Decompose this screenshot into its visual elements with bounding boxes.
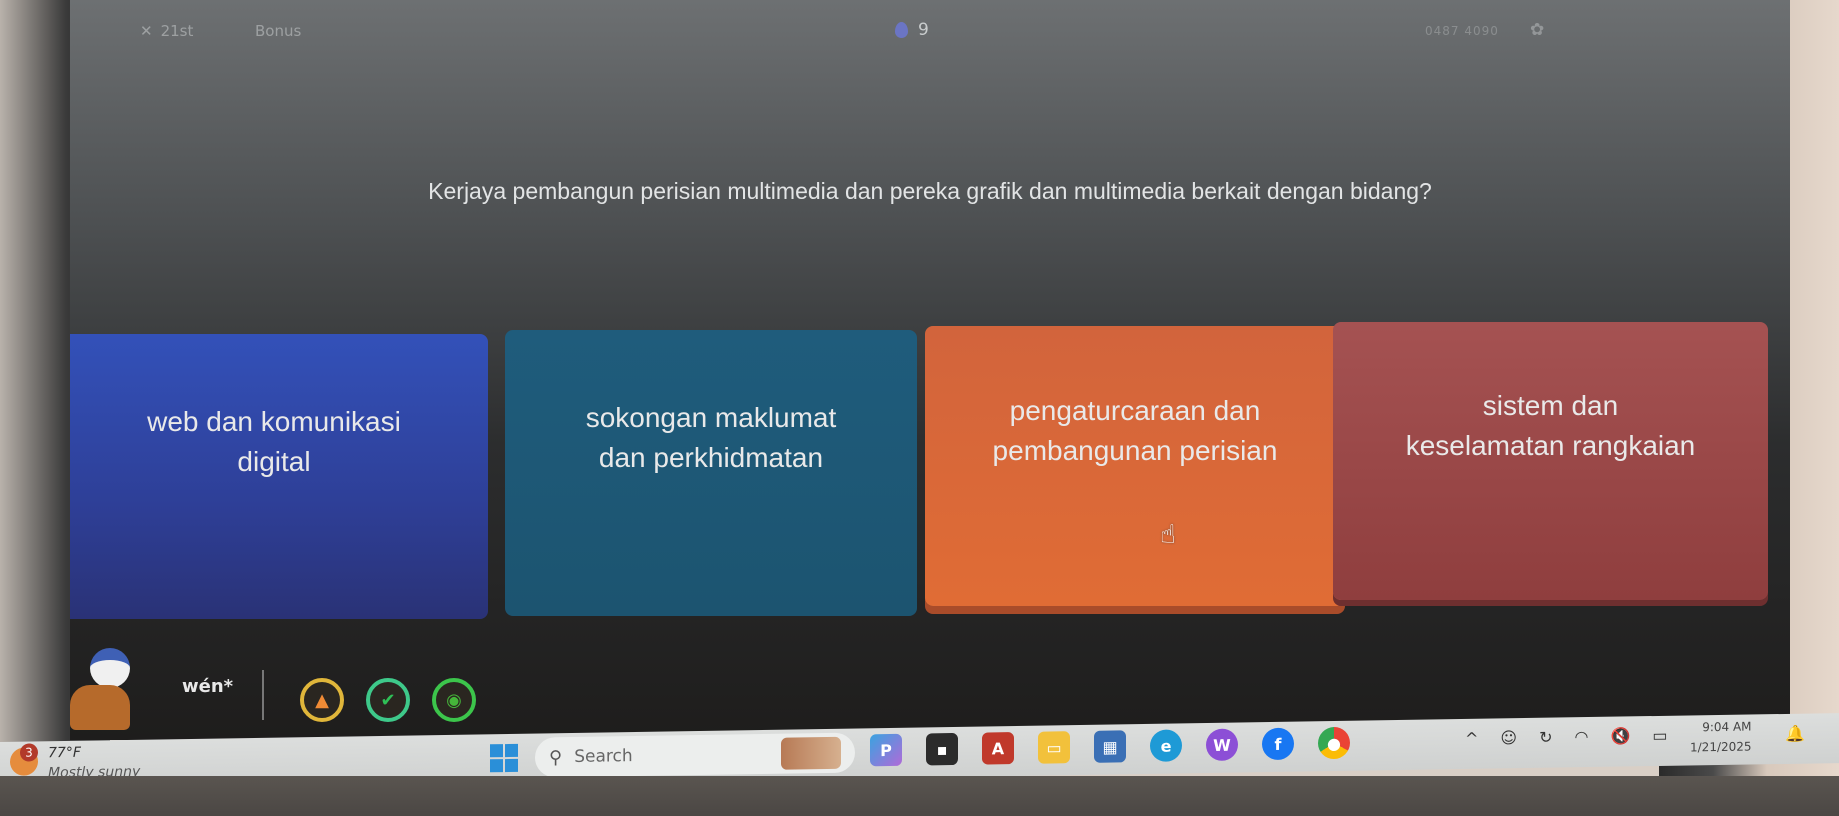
onedrive-status-icon[interactable]: ☺ [1500, 728, 1517, 747]
player-divider [262, 670, 264, 720]
pinned-apps: P ▪ A ▭ ▦ e W f ● [870, 726, 1350, 767]
file-explorer-icon[interactable]: ▭ [1038, 731, 1070, 764]
answer-option-1[interactable]: web dan komunikasi digital [70, 334, 488, 619]
clock-time: 9:04 AM [1702, 719, 1752, 735]
answer-option-2-line1: sokongan maklumat [585, 402, 837, 433]
show-hidden-icons-chevron-icon[interactable]: ^ [1465, 729, 1478, 748]
microsoft-store-icon[interactable]: ▦ [1094, 730, 1126, 763]
answer-option-4[interactable]: sistem dan keselamatan rangkaian [1333, 322, 1768, 600]
notification-bell-icon[interactable]: 🔔 [1785, 724, 1805, 743]
gem-count: 9 [918, 20, 929, 40]
search-icon: ⚲ [549, 746, 563, 768]
taskbar-search-box[interactable]: ⚲ Search [535, 732, 855, 778]
quiz-screen: ✕ 21st Bonus 9 0487 4090 ✿ Kerjaya pemba… [70, 0, 1790, 740]
taskbar-clock[interactable]: 9:04 AM 1/21/2025 [1690, 716, 1752, 757]
photo-bottom-edge [0, 776, 1839, 816]
answer-option-3[interactable]: pengaturcaraan dan pembangunan perisian [925, 326, 1345, 606]
shield-powerup-icon[interactable]: ✔ [366, 678, 410, 722]
streak-icon: ✕ [140, 22, 153, 40]
streak-label: 21st [160, 22, 194, 40]
edge-icon[interactable]: e [1150, 729, 1182, 762]
volume-muted-icon[interactable]: 🔇 [1610, 726, 1630, 745]
player-bar: wén* ▲ ✔ ◉ [70, 640, 670, 730]
session-code: 0487 4090 [1425, 24, 1499, 38]
player-name: wén* [182, 676, 234, 697]
quiz-topbar: ✕ 21st Bonus 9 0487 4090 ✿ [70, 18, 1790, 48]
question-text: Kerjaya pembangun perisian multimedia da… [428, 178, 1432, 204]
copilot-pre-icon[interactable]: P [870, 733, 902, 767]
answer-option-3-line2: pembangunan perisian [992, 435, 1278, 466]
start-button-windows-icon[interactable] [490, 743, 518, 773]
acrobat-icon[interactable]: A [982, 732, 1014, 765]
answer-option-1-line1: web dan komunikasi [147, 405, 401, 437]
terminal-icon[interactable]: ▪ [926, 732, 958, 766]
hand-pointer-cursor-icon: ☝ [1160, 520, 1176, 550]
system-tray: ^ ☺ ↻ ◠ 🔇 ▭ [1465, 726, 1668, 748]
wps-office-icon[interactable]: W [1206, 728, 1238, 762]
avatar-head [90, 648, 130, 688]
player-avatar [70, 640, 150, 730]
answer-option-4-line2: keselamatan rangkaian [1405, 430, 1696, 461]
gem-icon [895, 22, 908, 38]
answer-option-4-line1: sistem dan [1482, 390, 1619, 421]
gem-counter: 9 [895, 20, 929, 40]
avatar-body [70, 685, 130, 730]
answer-option-3-line1: pengaturcaraan dan [1009, 395, 1261, 426]
clock-date: 1/21/2025 [1690, 739, 1752, 755]
chrome-icon[interactable]: ● [1318, 726, 1350, 760]
search-highlight-image [781, 736, 841, 770]
rocket-powerup-icon[interactable]: ▲ [300, 678, 344, 722]
wifi-icon[interactable]: ◠ [1575, 727, 1589, 746]
mask-powerup-icon[interactable]: ◉ [432, 678, 476, 722]
weather-temperature: 77°F [48, 744, 81, 762]
answer-option-1-line2: digital [237, 445, 311, 477]
search-placeholder: Search [574, 746, 633, 767]
answer-option-2-line2: dan perkhidmatan [598, 442, 824, 473]
streak-indicator: ✕ 21st [140, 22, 193, 40]
bonus-label: Bonus [255, 22, 302, 40]
answer-option-2[interactable]: sokongan maklumat dan perkhidmatan [505, 330, 917, 616]
sync-icon[interactable]: ↻ [1539, 728, 1552, 747]
battery-icon[interactable]: ▭ [1652, 726, 1667, 745]
answer-options: web dan komunikasi digital sokongan maklu… [70, 322, 1790, 622]
facebook-icon[interactable]: f [1262, 727, 1294, 761]
settings-gear-icon[interactable]: ✿ [1530, 20, 1544, 40]
